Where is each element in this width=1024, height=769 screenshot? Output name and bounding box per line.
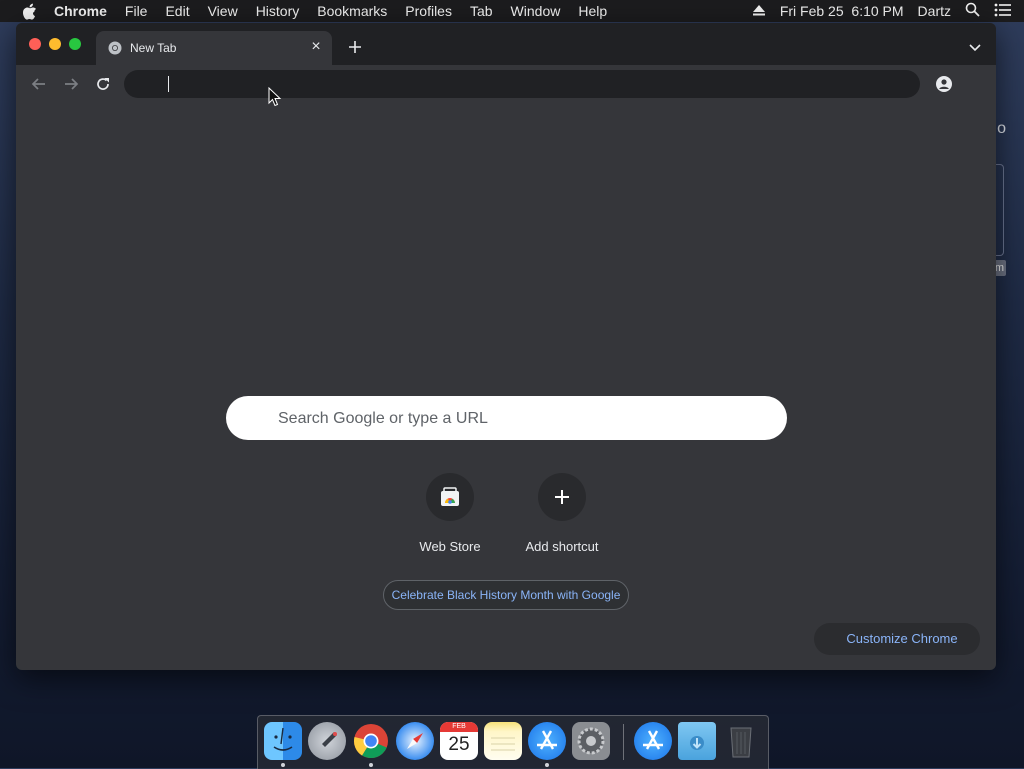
dock: FEB 25 [257,715,769,769]
running-indicator [545,763,549,767]
reload-icon[interactable] [94,75,112,93]
ntp-search-input[interactable] [276,396,770,442]
shortcut-label: Add shortcut [525,539,599,554]
calendar-month: FEB [440,722,478,732]
apple-menu-icon[interactable] [20,2,38,20]
menubar-user[interactable]: Dartz [918,3,951,19]
plus-icon [538,473,586,521]
running-indicator [369,763,373,767]
menu-app-name[interactable]: Chrome [54,3,107,19]
launchpad-icon[interactable] [308,722,346,760]
forward-arrow-icon[interactable] [62,75,80,93]
eject-icon[interactable] [752,3,766,19]
dock-separator [623,724,624,760]
finder-icon[interactable] [264,722,302,760]
new-tab-button[interactable] [346,38,364,56]
menu-profiles[interactable]: Profiles [405,3,452,19]
shortcut-label: Web Store [419,539,481,554]
app-store-folder-icon[interactable] [634,722,672,760]
tab-title: New Tab [130,41,177,55]
spotlight-search-icon[interactable] [965,2,980,20]
shortcut-add[interactable]: Add shortcut [506,473,618,563]
customize-chrome-button[interactable]: Customize Chrome [814,623,980,655]
menu-bar: Chrome File Edit View History Bookmarks … [0,0,1024,22]
chrome-icon[interactable] [352,722,390,760]
browser-toolbar [16,65,996,103]
web-store-icon [426,473,474,521]
chrome-favicon-icon [108,41,122,55]
running-indicator [281,763,285,767]
address-bar[interactable] [124,70,920,98]
text-caret [168,76,169,92]
system-preferences-icon[interactable] [572,722,610,760]
mouse-pointer-icon [268,86,282,107]
menu-bookmarks[interactable]: Bookmarks [317,3,387,19]
menu-window[interactable]: Window [511,3,561,19]
tab-search-chevron-icon[interactable] [968,40,982,52]
shortcut-web-store[interactable]: Web Store [394,473,506,563]
menu-history[interactable]: History [256,3,300,19]
safari-icon[interactable] [396,722,434,760]
ntp-search-box[interactable] [226,396,787,442]
menu-tab[interactable]: Tab [470,3,493,19]
desktop-peek-text: o [997,120,1006,137]
chrome-window: New Tab × Search Google or type a URL We… [16,23,996,670]
tab-new-tab[interactable]: New Tab × [96,31,332,65]
back-arrow-icon[interactable] [30,75,48,93]
menu-help[interactable]: Help [578,3,607,19]
trash-icon[interactable] [722,722,760,760]
profile-avatar-icon[interactable] [936,76,952,92]
menu-edit[interactable]: Edit [165,3,189,19]
tab-strip: New Tab × [16,23,996,65]
window-zoom-button[interactable] [69,38,81,50]
window-close-button[interactable] [29,38,41,50]
downloads-folder-icon[interactable] [678,722,716,760]
calendar-icon[interactable]: FEB 25 [440,722,478,760]
window-minimize-button[interactable] [49,38,61,50]
app-store-icon[interactable] [528,722,566,760]
calendar-day: 25 [448,734,470,755]
menu-view[interactable]: View [208,3,238,19]
tab-close-icon[interactable]: × [308,39,324,55]
menu-file[interactable]: File [125,3,148,19]
promo-link[interactable]: Celebrate Black History Month with Googl… [383,580,629,610]
notes-icon[interactable] [484,722,522,760]
notification-center-icon[interactable] [994,3,1012,20]
menubar-clock[interactable]: Fri Feb 25 6:10 PM [780,3,904,19]
